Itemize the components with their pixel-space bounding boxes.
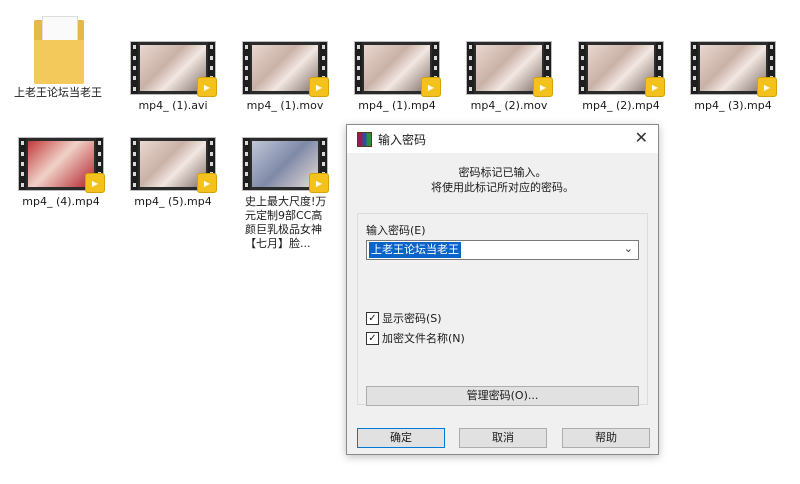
file-item[interactable]: ▶ mp4_ (5).mp4 bbox=[125, 137, 221, 209]
manage-passwords-button[interactable]: 管理密码(O)... bbox=[366, 386, 639, 406]
player-icon: ▶ bbox=[85, 173, 105, 193]
dialog-title: 输入密码 bbox=[378, 132, 427, 147]
ok-button[interactable]: 确定 bbox=[357, 428, 445, 448]
password-dialog: 输入密码 ✕ 密码标记已输入。 将使用此标记所对应的密码。 输入密码(E) 上老… bbox=[346, 124, 659, 455]
file-name: mp4_ (1).mov bbox=[246, 99, 324, 112]
player-icon: ▶ bbox=[197, 173, 217, 193]
player-icon: ▶ bbox=[197, 77, 217, 97]
file-item[interactable]: ▶ mp4_ (1).mp4 bbox=[349, 41, 445, 113]
checkbox-checked-icon: ✓ bbox=[366, 331, 379, 345]
file-item[interactable]: ▶ mp4_ (2).mov bbox=[461, 41, 557, 113]
chevron-down-icon[interactable]: ⌄ bbox=[624, 242, 633, 255]
video-thumbnail: ▶ bbox=[690, 41, 777, 97]
file-folder[interactable]: 上老王论坛当老王 bbox=[10, 14, 106, 100]
video-thumbnail: ▶ bbox=[242, 41, 329, 97]
checkbox-checked-icon: ✓ bbox=[366, 311, 379, 325]
video-thumbnail: ▶ bbox=[130, 41, 217, 97]
password-value: 上老王论坛当老王 bbox=[369, 242, 461, 258]
player-icon: ▶ bbox=[309, 173, 329, 193]
video-thumbnail: ▶ bbox=[242, 137, 329, 193]
password-combobox[interactable]: 上老王论坛当老王 ⌄ bbox=[366, 240, 639, 260]
file-name: mp4_ (3).mp4 bbox=[694, 99, 772, 112]
winrar-icon bbox=[357, 131, 372, 147]
video-thumbnail: ▶ bbox=[466, 41, 553, 97]
help-button[interactable]: 帮助 bbox=[562, 428, 650, 448]
player-icon: ▶ bbox=[309, 77, 329, 97]
dialog-message: 密码标记已输入。 将使用此标记所对应的密码。 bbox=[347, 165, 658, 195]
file-name: mp4_ (1).avi bbox=[138, 99, 208, 112]
close-icon[interactable]: ✕ bbox=[635, 130, 648, 146]
encrypt-names-checkbox[interactable]: ✓ 加密文件名称(N) bbox=[366, 330, 465, 346]
video-thumbnail: ▶ bbox=[18, 137, 105, 193]
video-thumbnail: ▶ bbox=[130, 137, 217, 193]
file-item[interactable]: ▶ 史上最大尺度!万元定制9部CC高颜巨乳极品女神【七月】脸... bbox=[237, 137, 333, 251]
file-item[interactable]: ▶ mp4_ (4).mp4 bbox=[13, 137, 109, 209]
file-name: mp4_ (1).mp4 bbox=[358, 99, 436, 112]
file-name: 史上最大尺度!万元定制9部CC高颜巨乳极品女神【七月】脸... bbox=[245, 195, 327, 250]
show-password-label: 显示密码(S) bbox=[382, 312, 442, 325]
video-thumbnail: ▶ bbox=[578, 41, 665, 97]
encrypt-names-label: 加密文件名称(N) bbox=[382, 332, 465, 345]
file-name: mp4_ (5).mp4 bbox=[134, 195, 212, 208]
player-icon: ▶ bbox=[421, 77, 441, 97]
file-name: mp4_ (2).mov bbox=[470, 99, 548, 112]
file-item[interactable]: ▶ mp4_ (1).mov bbox=[237, 41, 333, 113]
file-name: 上老王论坛当老王 bbox=[14, 86, 102, 99]
cancel-button[interactable]: 取消 bbox=[459, 428, 547, 448]
folder-icon bbox=[28, 14, 88, 84]
message-line-1: 密码标记已输入。 bbox=[458, 166, 547, 179]
password-group: 输入密码(E) 上老王论坛当老王 ⌄ ✓ 显示密码(S) ✓ 加密文件名称(N)… bbox=[357, 213, 648, 406]
player-icon: ▶ bbox=[645, 77, 665, 97]
player-icon: ▶ bbox=[757, 77, 777, 97]
file-name: mp4_ (2).mp4 bbox=[582, 99, 660, 112]
dialog-titlebar[interactable]: 输入密码 ✕ bbox=[347, 125, 658, 153]
player-icon: ▶ bbox=[533, 77, 553, 97]
show-password-checkbox[interactable]: ✓ 显示密码(S) bbox=[366, 310, 442, 326]
file-name: mp4_ (4).mp4 bbox=[22, 195, 100, 208]
message-line-2: 将使用此标记所对应的密码。 bbox=[431, 181, 574, 194]
password-label: 输入密码(E) bbox=[366, 224, 426, 237]
file-item[interactable]: ▶ mp4_ (3).mp4 bbox=[685, 41, 781, 113]
video-thumbnail: ▶ bbox=[354, 41, 441, 97]
file-item[interactable]: ▶ mp4_ (2).mp4 bbox=[573, 41, 669, 113]
file-item[interactable]: ▶ mp4_ (1).avi bbox=[125, 41, 221, 113]
